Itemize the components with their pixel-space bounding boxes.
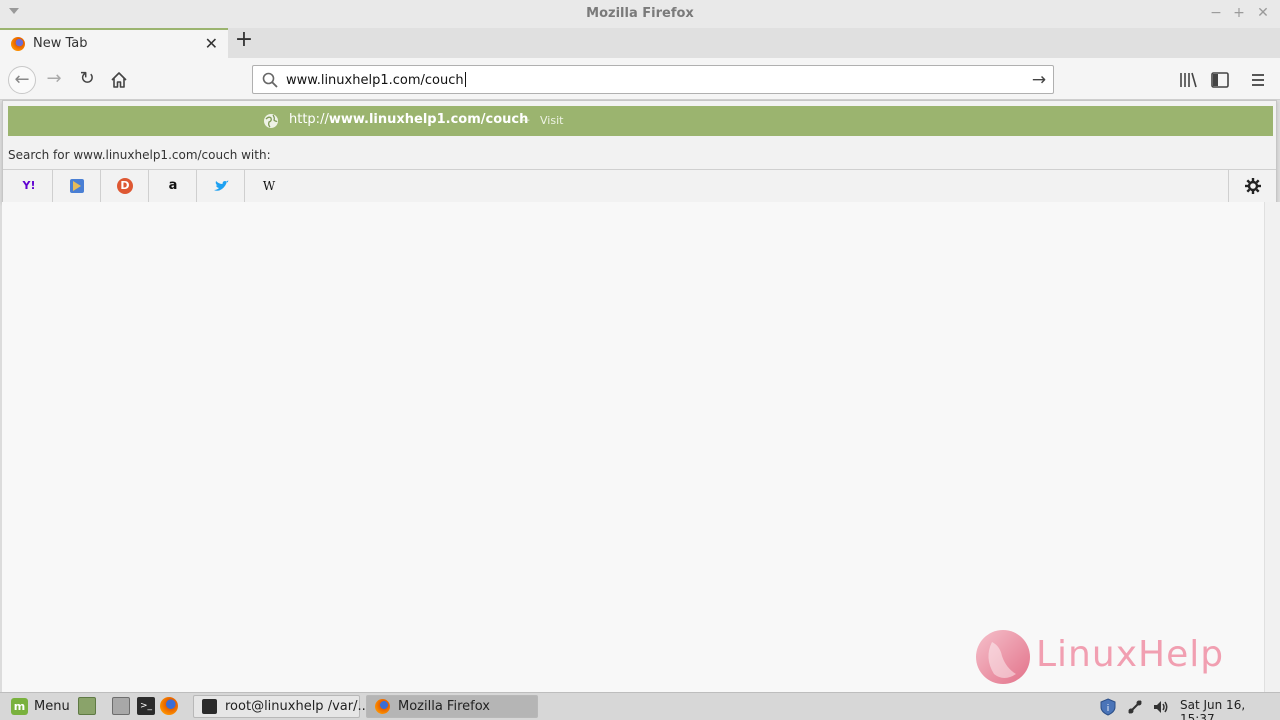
search-engine-duckduckgo[interactable]: D xyxy=(101,170,149,202)
task-terminal[interactable]: root@linuxhelp /var/... xyxy=(193,695,370,718)
show-desktop-icon[interactable] xyxy=(78,697,96,715)
bing-icon xyxy=(70,179,84,193)
search-engine-twitter[interactable] xyxy=(197,170,245,202)
clock: Sat Jun 16, 15:37 xyxy=(1180,698,1246,720)
search-engine-amazon[interactable]: a xyxy=(149,170,197,202)
yahoo-icon: Y! xyxy=(22,179,36,192)
shield-icon[interactable]: i xyxy=(1099,698,1117,716)
firefox-launcher-icon[interactable] xyxy=(160,697,178,715)
autocomplete-url-host: www.linuxhelp1.com/couch xyxy=(328,112,529,127)
page-content xyxy=(2,202,1264,692)
navigation-toolbar: ← → ↻ www.linuxhelp1.com/couch → xyxy=(0,58,1280,100)
file-manager-icon[interactable] xyxy=(112,697,130,715)
close-window-icon[interactable]: ✕ xyxy=(1255,5,1271,21)
home-button[interactable] xyxy=(105,66,133,94)
close-tab-icon[interactable]: ✕ xyxy=(205,34,218,53)
autocomplete-url-prefix: http:// xyxy=(289,112,329,127)
volume-icon[interactable] xyxy=(1152,698,1170,716)
url-input-value: www.linuxhelp1.com/couch xyxy=(286,73,464,88)
firefox-icon xyxy=(11,37,25,51)
search-with-label: Search for www.linuxhelp1.com/couch with… xyxy=(8,148,271,162)
text-caret xyxy=(464,72,466,87)
watermark-text: LinuxHelp xyxy=(1036,634,1225,675)
search-engine-yahoo[interactable]: Y! xyxy=(5,170,53,202)
search-settings-button[interactable] xyxy=(1228,170,1276,202)
terminal-launcher-icon[interactable]: >_ xyxy=(137,697,155,715)
amazon-icon: a xyxy=(168,178,178,193)
library-icon[interactable] xyxy=(1178,70,1198,90)
start-menu-label: Menu xyxy=(34,699,70,714)
forward-button[interactable]: → xyxy=(40,66,68,94)
search-engine-bar: Y! D a W xyxy=(3,169,1276,202)
task-firefox[interactable]: Mozilla Firefox xyxy=(366,695,538,718)
linuxhelp-watermark: LinuxHelp xyxy=(974,628,1234,686)
search-engine-wikipedia[interactable]: W xyxy=(245,170,293,202)
url-autocomplete-popup: http://www.linuxhelp1.com/couch — Visit … xyxy=(2,100,1277,202)
task-terminal-label: root@linuxhelp /var/... xyxy=(225,699,370,714)
gear-icon xyxy=(1245,178,1261,194)
autocomplete-result-row[interactable]: http://www.linuxhelp1.com/couch — Visit xyxy=(8,106,1273,136)
svg-text:i: i xyxy=(1107,704,1110,714)
window-titlebar: Mozilla Firefox − + ✕ xyxy=(0,0,1280,28)
search-icon xyxy=(262,72,278,88)
go-button[interactable]: → xyxy=(1029,70,1049,90)
autocomplete-action: Visit xyxy=(540,114,564,127)
back-button[interactable]: ← xyxy=(8,66,36,94)
globe-icon xyxy=(264,114,278,128)
url-bar[interactable]: www.linuxhelp1.com/couch → xyxy=(252,65,1054,94)
reload-button[interactable]: ↻ xyxy=(73,66,101,94)
url-input[interactable]: www.linuxhelp1.com/couch xyxy=(286,72,466,88)
tab-strip: New Tab ✕ + xyxy=(0,28,1280,58)
new-tab-button[interactable]: + xyxy=(233,29,255,53)
sidebar-icon[interactable] xyxy=(1210,70,1230,90)
firefox-icon xyxy=(375,699,390,714)
task-firefox-label: Mozilla Firefox xyxy=(398,699,490,714)
tab-new-tab[interactable]: New Tab ✕ xyxy=(0,28,228,58)
autocomplete-separator: — xyxy=(519,113,530,126)
taskbar: m Menu >_ root@linuxhelp /var/... Mozill… xyxy=(0,692,1280,720)
scrollbar-track[interactable] xyxy=(1264,202,1280,692)
window-title: Mozilla Firefox xyxy=(586,6,694,21)
linux-mint-icon: m xyxy=(11,698,28,715)
search-engine-bing[interactable] xyxy=(53,170,101,202)
minimize-icon[interactable]: − xyxy=(1208,5,1224,21)
terminal-icon xyxy=(202,699,217,714)
home-icon xyxy=(111,72,127,88)
twitter-icon xyxy=(214,180,229,191)
wikipedia-icon: W xyxy=(262,179,276,193)
tab-title: New Tab xyxy=(33,36,88,51)
autocomplete-url: http://www.linuxhelp1.com/couch xyxy=(289,112,528,127)
hamburger-menu-icon[interactable] xyxy=(1248,70,1268,90)
network-icon[interactable] xyxy=(1126,698,1144,716)
duckduckgo-icon: D xyxy=(117,178,133,194)
maximize-icon[interactable]: + xyxy=(1231,5,1247,21)
